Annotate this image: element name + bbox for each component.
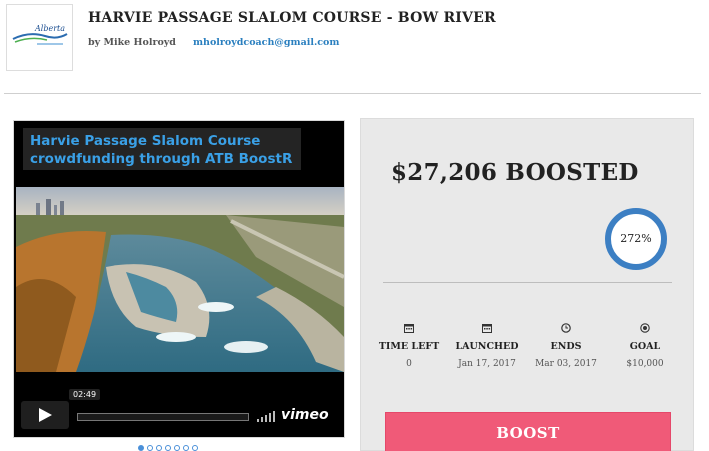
carousel-dot[interactable] (165, 445, 171, 451)
stat-goal: GOAL $10,000 (603, 321, 687, 369)
author-name: by Mike Holroyd (88, 37, 176, 48)
funding-panel: $27,206 BOOSTED 272% TIME LEFT 0 LAUNCHE… (360, 118, 694, 451)
play-button[interactable] (21, 401, 69, 429)
vimeo-logo[interactable]: vimeo (281, 407, 329, 423)
video-title-line-1: Harvie Passage Slalom Course (30, 133, 261, 149)
time-left-label: TIME LEFT (378, 341, 440, 352)
video-controls: 02:49 vimeo (21, 389, 339, 429)
boost-button[interactable]: BOOST (385, 412, 671, 451)
funding-progress-ring: 272% (605, 208, 667, 270)
clock-icon (561, 323, 571, 333)
video-thumbnail[interactable] (16, 187, 344, 372)
video-time: 02:49 (69, 389, 101, 400)
video-progress-bar[interactable] (77, 413, 249, 421)
carousel-dot[interactable] (174, 445, 180, 451)
carousel-dots (138, 445, 198, 451)
video-title-line-2: crowdfunding through ATB BoostR (30, 151, 293, 167)
project-logo[interactable]: Alberta (6, 4, 73, 71)
header-divider (4, 93, 701, 94)
carousel-dot[interactable] (156, 445, 162, 451)
project-byline: by Mike Holroyd mholroydcoach@gmail.com (88, 37, 339, 48)
stat-ends: ENDS Mar 03, 2017 (524, 321, 608, 369)
time-left-value: 0 (406, 359, 412, 369)
calendar-icon (482, 324, 492, 333)
ends-label: ENDS (550, 341, 582, 352)
goal-label: GOAL (629, 341, 661, 352)
stat-time-left: TIME LEFT 0 (367, 321, 451, 369)
launched-label: LAUNCHED (455, 341, 519, 352)
amount-boosted: $27,206 BOOSTED (391, 159, 639, 186)
author-email-link[interactable]: mholroydcoach@gmail.com (193, 37, 339, 48)
calendar-icon (404, 324, 414, 333)
video-player[interactable]: Harvie Passage Slalom Course crowdfundin… (13, 120, 345, 438)
volume-icon[interactable] (257, 410, 277, 422)
stat-launched: LAUNCHED Jan 17, 2017 (445, 321, 529, 369)
alberta-slalom-canoe-kayak-logo-icon: Alberta (12, 24, 68, 45)
logo-text: Alberta (34, 24, 65, 33)
target-icon (640, 323, 650, 333)
project-title: HARVIE PASSAGE SLALOM COURSE - BOW RIVER (88, 10, 496, 26)
panel-divider (383, 282, 672, 283)
carousel-dot[interactable] (138, 445, 144, 451)
carousel-dot[interactable] (192, 445, 198, 451)
carousel-dot[interactable] (183, 445, 189, 451)
ends-value: Mar 03, 2017 (535, 359, 597, 369)
funding-percent: 272% (620, 232, 652, 245)
carousel-dot[interactable] (147, 445, 153, 451)
goal-value: $10,000 (626, 359, 664, 369)
launched-value: Jan 17, 2017 (458, 359, 516, 369)
video-title[interactable]: Harvie Passage Slalom Course crowdfundin… (23, 128, 301, 170)
